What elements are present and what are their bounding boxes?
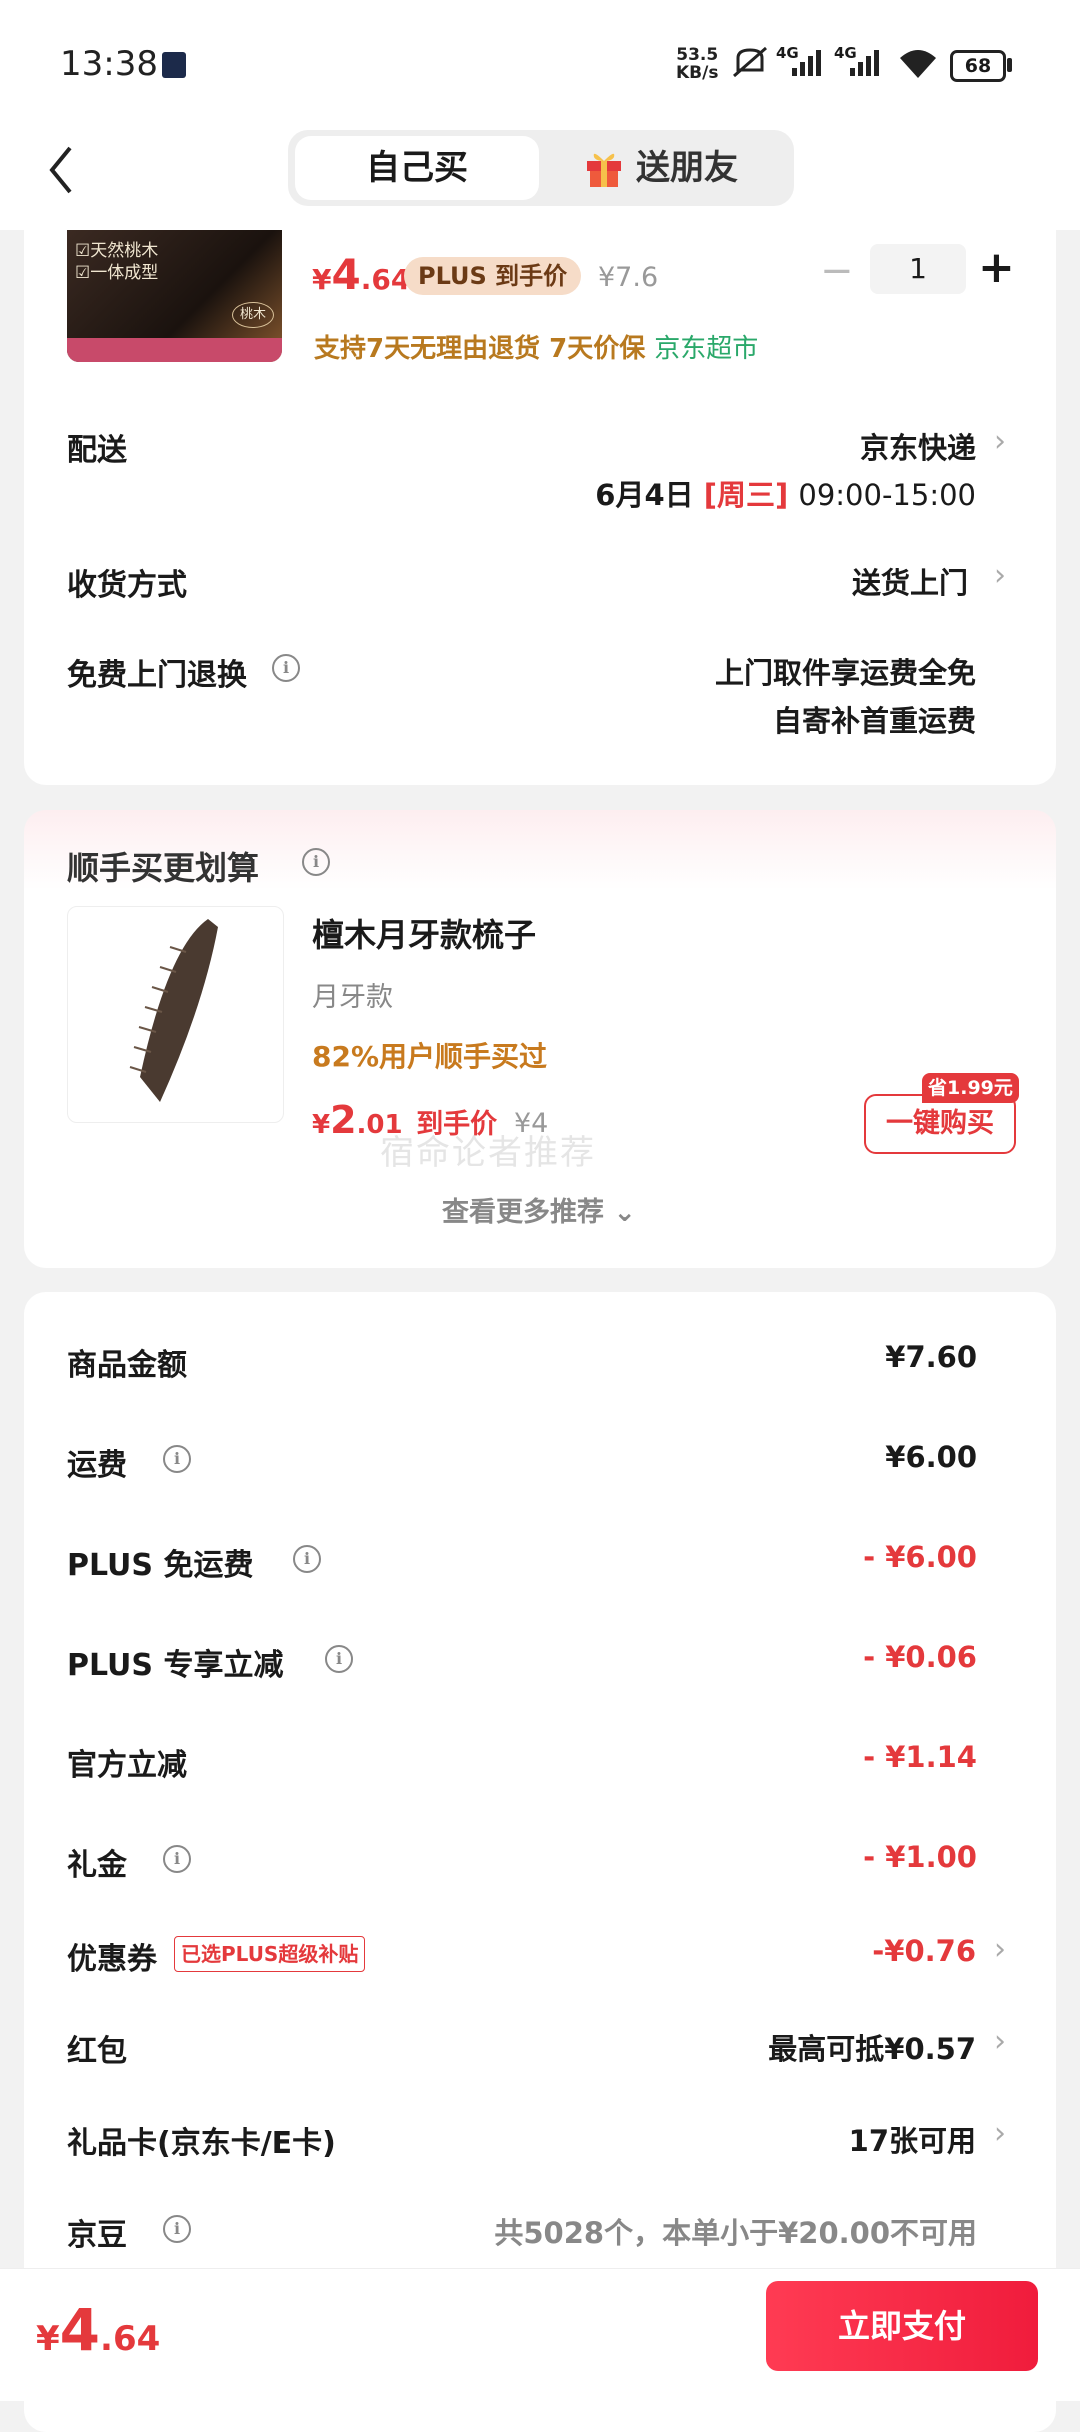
- original-price: ¥7.6: [598, 262, 659, 293]
- info-icon[interactable]: i: [163, 1845, 191, 1873]
- delivery-chevron-icon: ›: [994, 424, 1006, 459]
- summary-label: 礼品卡(京东卡/E卡): [67, 2126, 336, 2161]
- receive-chevron-icon: ›: [994, 558, 1006, 593]
- tab-gift-to-friend[interactable]: 送朋友: [636, 136, 836, 200]
- service-tags: 支持7天无理由退货 7天价保 京东超市: [314, 328, 758, 365]
- return-guarantee-tags: 支持7天无理由退货 7天价保: [314, 334, 646, 364]
- signal-icon-2: 4G: [834, 44, 890, 84]
- one-click-buy-button[interactable]: 一键购买: [864, 1094, 1016, 1154]
- supermarket-tag: 京东超市: [654, 334, 759, 364]
- summary-label: PLUS 免运费: [67, 1548, 254, 1583]
- summary-value: - ¥6.00: [863, 1540, 977, 1574]
- summary-value[interactable]: 最高可抵¥0.57: [768, 2026, 976, 2068]
- free-return-line-1: 上门取件享运费全免: [714, 656, 976, 690]
- summary-label: 商品金额: [67, 1348, 187, 1383]
- total-price: ¥4.64: [36, 2296, 160, 2364]
- receive-method-value[interactable]: 送货上门: [852, 560, 968, 602]
- info-icon[interactable]: i: [163, 1445, 191, 1473]
- recommend-stat: 82%用户顺手买过: [312, 1040, 548, 1073]
- plus-price-badge: PLUS 到手价: [404, 257, 582, 295]
- network-speed-unit: KB/s: [676, 63, 719, 83]
- chevron-right-icon: ›: [994, 2116, 1006, 2151]
- receive-method-label: 收货方式: [67, 568, 187, 603]
- wifi-icon: [896, 46, 940, 84]
- total-price-int: 4: [59, 2296, 101, 2364]
- watermark: 宿命论者推荐: [380, 1133, 596, 1173]
- back-button[interactable]: [40, 140, 90, 200]
- summary-label: 运费: [67, 1448, 127, 1483]
- gift-icon: [584, 147, 624, 189]
- summary-value: 共5028个，本单小于¥20.00不可用: [494, 2216, 977, 2250]
- recommend-product-name[interactable]: 檀木月牙款梳子: [312, 910, 536, 956]
- chevron-right-icon: ›: [994, 2024, 1006, 2059]
- delivery-date: 6月4日: [595, 478, 694, 512]
- recommend-info-icon[interactable]: i: [302, 848, 330, 876]
- quantity-input[interactable]: 1: [870, 244, 966, 294]
- signal-icon-1: 4G: [776, 44, 832, 84]
- status-time: 13:38: [60, 44, 158, 84]
- price-symbol: ¥: [312, 263, 332, 296]
- info-icon[interactable]: i: [325, 1645, 353, 1673]
- notification-icon: [162, 52, 186, 78]
- network-type-2: 4G: [834, 44, 857, 62]
- thumb-line-2: ☑一体成型: [75, 263, 159, 283]
- summary-label: 红包: [67, 2034, 127, 2069]
- delivery-time-window: 09:00-15:00: [798, 478, 976, 512]
- save-badge: 省1.99元: [922, 1073, 1019, 1103]
- quantity-decrease-button[interactable]: −: [820, 248, 854, 294]
- summary-value[interactable]: -¥0.76: [872, 1934, 976, 1968]
- delivery-time: 6月4日 [周三] 09:00-15:00: [595, 472, 976, 514]
- summary-label: PLUS 专享立减: [67, 1648, 284, 1683]
- back-chevron-icon: [49, 146, 72, 194]
- recommend-variant: 月牙款: [312, 982, 393, 1013]
- pay-now-button[interactable]: 立即支付: [766, 2281, 1038, 2371]
- recommend-title: 顺手买更划算: [67, 849, 260, 887]
- chevron-right-icon: ›: [994, 1932, 1006, 1967]
- summary-label: 礼金: [67, 1848, 127, 1883]
- see-more-label: 查看更多推荐: [442, 1197, 604, 1228]
- battery-icon: 68: [950, 50, 1006, 82]
- summary-label: 官方立减: [67, 1748, 187, 1783]
- info-icon[interactable]: i: [293, 1545, 321, 1573]
- delivery-weekday: [周三]: [703, 478, 789, 512]
- battery-tip: [1007, 58, 1012, 72]
- comb-icon: [129, 919, 218, 1102]
- mute-icon: [730, 44, 770, 88]
- summary-label: 优惠券: [67, 1942, 157, 1977]
- coupon-selected-tag: 已选PLUS超级补贴: [174, 1936, 366, 1972]
- tab-buy-for-self[interactable]: 自己买: [295, 136, 539, 200]
- total-price-symbol: ¥: [36, 2319, 60, 2359]
- summary-value: - ¥1.00: [863, 1840, 977, 1874]
- thumb-promo-strip: [67, 338, 282, 362]
- delivery-label: 配送: [67, 433, 127, 468]
- product-image[interactable]: ☑天然桃木 ☑一体成型 桃木: [67, 230, 282, 362]
- see-more-recommend-link[interactable]: 查看更多推荐 ⌄: [442, 1190, 636, 1229]
- summary-value: ¥6.00: [885, 1440, 977, 1474]
- summary-value: ¥7.60: [885, 1340, 977, 1374]
- thumb-tag: 桃木: [232, 302, 274, 328]
- total-price-dec: .64: [100, 2319, 161, 2359]
- network-type-1: 4G: [776, 44, 799, 62]
- free-return-label: 免费上门退换: [67, 658, 247, 693]
- network-speed: 53.5 KB/s: [676, 46, 718, 82]
- summary-label: 京豆: [67, 2218, 127, 2253]
- price-decimal: .64: [360, 263, 411, 296]
- info-icon[interactable]: i: [163, 2215, 191, 2243]
- chevron-down-icon: ⌄: [613, 1197, 637, 1228]
- summary-value: - ¥0.06: [863, 1640, 977, 1674]
- quantity-increase-button[interactable]: +: [978, 242, 1015, 293]
- recommend-price-int: 2: [330, 1098, 357, 1142]
- thumb-line-1: ☑天然桃木: [75, 241, 159, 261]
- recommend-product-image[interactable]: [67, 906, 284, 1123]
- free-return-line-2: 自寄补首重运费: [772, 704, 976, 738]
- price-integer: 4: [331, 250, 361, 299]
- product-image-text: ☑天然桃木 ☑一体成型: [75, 240, 158, 284]
- network-speed-value: 53.5: [676, 45, 719, 65]
- product-price: ¥4.64: [312, 250, 410, 299]
- info-icon[interactable]: i: [272, 654, 300, 682]
- summary-value: - ¥1.14: [863, 1740, 977, 1774]
- summary-value[interactable]: 17张可用: [849, 2118, 976, 2160]
- delivery-carrier: 京东快递: [859, 431, 976, 465]
